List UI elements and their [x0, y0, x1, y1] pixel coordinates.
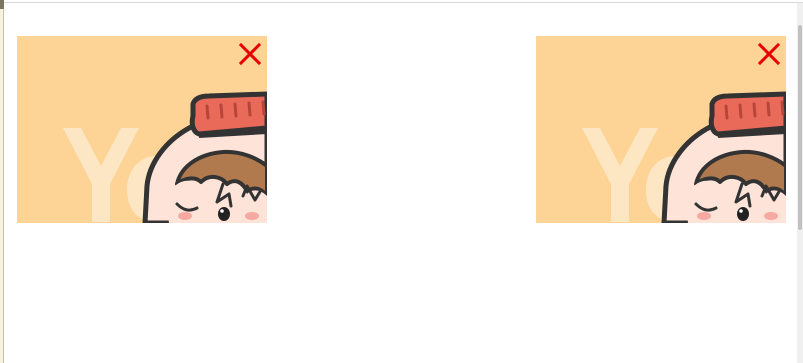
cartoon-character-icon [536, 36, 786, 223]
page-viewport [0, 0, 803, 363]
close-icon [238, 42, 262, 66]
left-window-edge [0, 0, 4, 363]
vertical-scrollbar[interactable] [797, 3, 803, 363]
ad-artwork [17, 36, 267, 223]
scrollbar-thumb[interactable] [798, 25, 802, 230]
cartoon-character-icon [17, 36, 267, 223]
top-divider [4, 2, 803, 3]
close-icon [757, 42, 781, 66]
close-button[interactable] [756, 41, 782, 67]
ad-banner-right[interactable] [536, 36, 786, 223]
ad-banner-left[interactable] [17, 36, 267, 223]
close-button[interactable] [237, 41, 263, 67]
ad-artwork [536, 36, 786, 223]
